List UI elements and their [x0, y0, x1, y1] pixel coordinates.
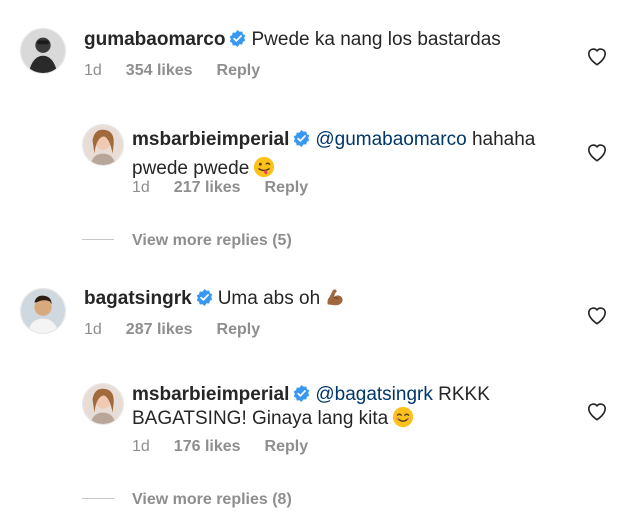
heart-outline-icon[interactable]: [586, 46, 608, 66]
verified-badge-icon: [196, 289, 213, 306]
comment-time: 1d: [84, 62, 102, 79]
likes-count[interactable]: 354 likes: [126, 62, 193, 79]
flexed-biceps-emoji: [324, 286, 346, 308]
comment-item: gumabaomarco Pwede ka nang los bastardas …: [0, 0, 640, 95]
reply-button[interactable]: Reply: [217, 321, 261, 338]
comment-username[interactable]: msbarbieimperial: [132, 129, 289, 150]
reply-button[interactable]: Reply: [217, 62, 261, 79]
comment-meta: 1d 287 likes Reply: [84, 320, 284, 340]
comment-username[interactable]: msbarbieimperial: [132, 384, 289, 405]
reply-text: msbarbieimperial @gumabaomarco hahaha: [132, 127, 535, 153]
reply-body: pwede pwede: [132, 158, 250, 179]
verified-badge-icon: [293, 385, 310, 402]
divider: [82, 498, 114, 499]
heart-outline-icon[interactable]: [586, 142, 608, 162]
reply-button[interactable]: Reply: [265, 179, 309, 196]
likes-count[interactable]: 176 likes: [174, 438, 241, 455]
view-more-label: View more replies (5): [132, 232, 292, 249]
avatar[interactable]: [82, 383, 124, 425]
comment-username[interactable]: gumabaomarco: [84, 29, 225, 50]
comment-body: Uma abs oh: [217, 288, 321, 309]
reply-button[interactable]: Reply: [265, 438, 309, 455]
reply-text-line2: BAGATSING! Ginaya lang kita: [132, 406, 414, 432]
comment-time: 1d: [132, 179, 150, 196]
view-more-replies-button[interactable]: View more replies (5): [82, 231, 292, 251]
comment-meta: 1d 354 likes Reply: [84, 61, 284, 81]
likes-count[interactable]: 287 likes: [126, 321, 193, 338]
reply-text: msbarbieimperial @bagatsingrk RKKK: [132, 382, 490, 408]
reply-item: msbarbieimperial @bagatsingrk RKKK BAGATS…: [0, 377, 640, 472]
smiling-face-emoji: [392, 406, 414, 428]
comment-time: 1d: [132, 438, 150, 455]
mention-link[interactable]: @bagatsingrk: [315, 384, 433, 405]
comment-text: gumabaomarco Pwede ka nang los bastardas: [84, 27, 501, 53]
reply-meta: 1d 217 likes Reply: [132, 178, 332, 198]
likes-count[interactable]: 217 likes: [174, 179, 241, 196]
reply-body: BAGATSING! Ginaya lang kita: [132, 408, 389, 429]
avatar[interactable]: [82, 124, 124, 166]
view-more-label: View more replies (8): [132, 491, 292, 508]
comment-body: Pwede ka nang los bastardas: [251, 29, 501, 50]
avatar[interactable]: [20, 28, 66, 74]
verified-badge-icon: [293, 130, 310, 147]
divider: [82, 239, 114, 240]
avatar[interactable]: [20, 288, 66, 334]
comment-text: bagatsingrk Uma abs oh: [84, 286, 346, 312]
verified-badge-icon: [229, 30, 246, 47]
heart-outline-icon[interactable]: [586, 305, 608, 325]
reply-item: msbarbieimperial @gumabaomarco hahaha pwe…: [0, 118, 640, 213]
view-more-replies-button[interactable]: View more replies (8): [82, 490, 292, 510]
comment-time: 1d: [84, 321, 102, 338]
heart-outline-icon[interactable]: [586, 401, 608, 421]
comment-username[interactable]: bagatsingrk: [84, 288, 192, 309]
comment-item: bagatsingrk Uma abs oh 1d 287 likes Reply: [0, 270, 640, 365]
reply-meta: 1d 176 likes Reply: [132, 437, 332, 457]
winking-tongue-emoji: [253, 156, 275, 178]
reply-body: RKKK: [438, 384, 490, 405]
reply-body: hahaha: [471, 129, 536, 150]
mention-link[interactable]: @gumabaomarco: [315, 129, 466, 150]
